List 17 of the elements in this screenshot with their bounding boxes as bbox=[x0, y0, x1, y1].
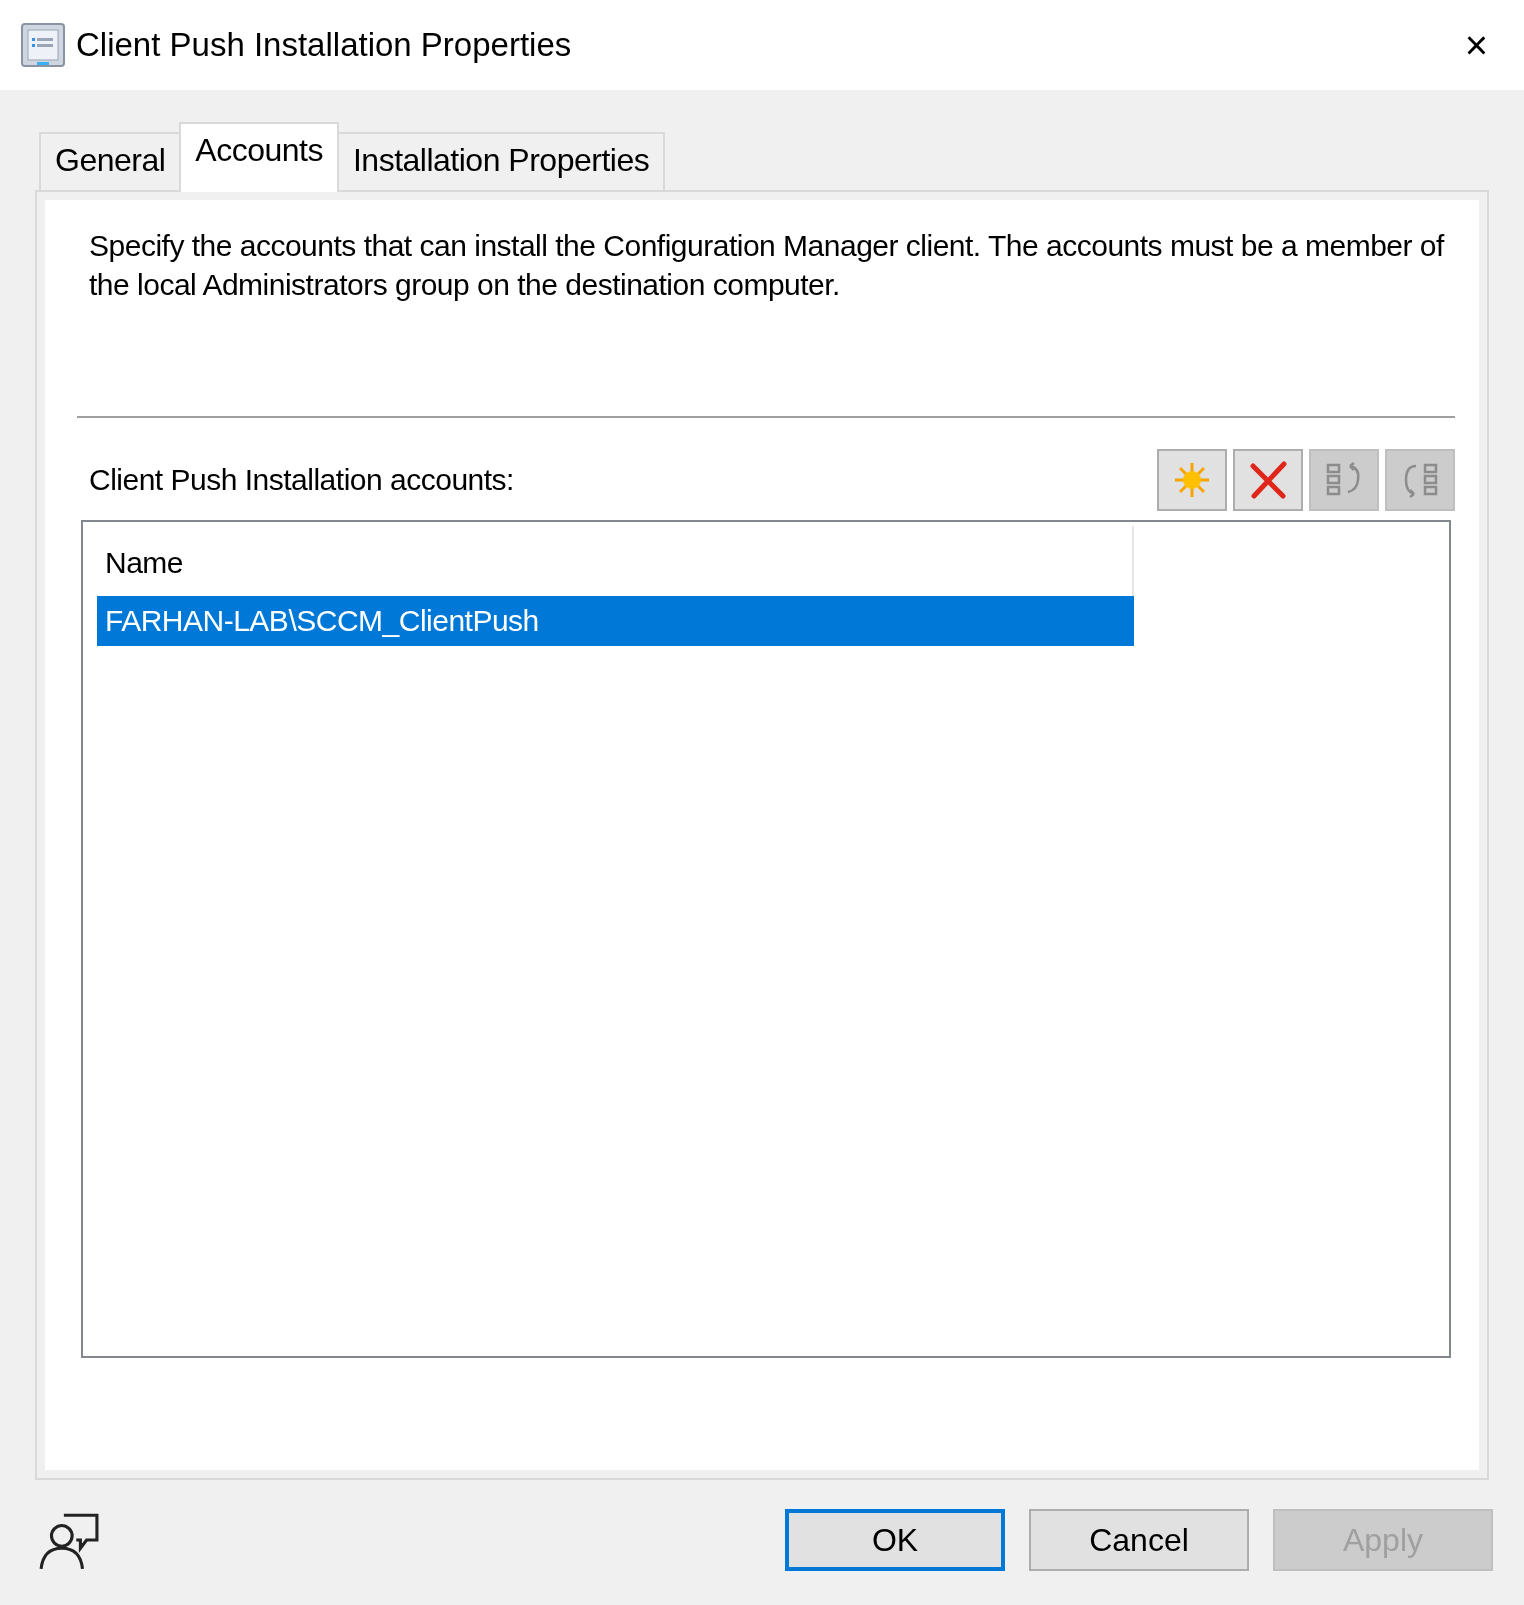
delete-icon bbox=[1248, 460, 1288, 500]
window-title: Client Push Installation Properties bbox=[76, 26, 573, 64]
column-header[interactable]: Name bbox=[97, 526, 192, 596]
list-row[interactable]: FARHAN-LAB\SCCM_ClientPush bbox=[97, 596, 1134, 646]
dialog-button[interactable]: OK bbox=[785, 1509, 1005, 1571]
delete-button[interactable] bbox=[1233, 449, 1303, 511]
properties-window-icon bbox=[20, 22, 66, 68]
description-text: Specify the accounts that can install the Configuration Manager client. The accounts must be a member of the local Administrators group on the destination computer. bbox=[89, 228, 1446, 303]
dialog-button[interactable]: Cancel bbox=[1029, 1509, 1249, 1571]
starburst-icon bbox=[1172, 460, 1212, 500]
new-button[interactable] bbox=[1157, 449, 1227, 511]
tab[interactable]: Accounts bbox=[179, 122, 339, 192]
tab[interactable]: Installation Properties bbox=[336, 132, 666, 190]
accounts-list[interactable]: Name FARHAN-LAB\SCCM_ClientPush bbox=[81, 520, 1451, 1358]
tab[interactable]: General bbox=[39, 132, 182, 190]
accounts-label: Client Push Installation accounts: bbox=[89, 463, 514, 497]
close-button[interactable]: × bbox=[1448, 22, 1504, 68]
